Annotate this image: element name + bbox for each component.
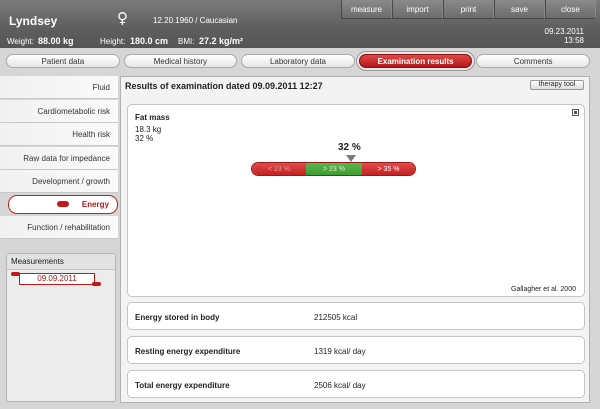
tab-bar: Patient data Medical history Laboratory … xyxy=(6,54,590,68)
range-normal-segment: > 23 % xyxy=(306,163,362,175)
sidebar-item-energy[interactable]: Energy xyxy=(8,195,118,214)
range-low-segment: < 23 % xyxy=(252,163,306,175)
sidebar: Fluid Cardiometabolic risk Health risk R… xyxy=(0,76,118,240)
results-panel: Results of examination dated 09.09.2011 … xyxy=(120,76,590,403)
result-row-energy-stored: Energy stored in body 212505 kcal xyxy=(127,302,585,330)
expand-icon[interactable] xyxy=(572,109,579,116)
measure-button[interactable]: measure xyxy=(341,0,392,19)
sidebar-item-cardiometabolic-risk[interactable]: Cardiometabolic risk xyxy=(0,99,118,123)
patient-header: Lyndsey ♀ 12.20.1960 / Caucasian Weight:… xyxy=(0,0,600,48)
value-marker-icon xyxy=(346,155,356,162)
tab-examination-results[interactable]: Examination results xyxy=(358,54,473,68)
sidebar-item-development-growth[interactable]: Development / growth xyxy=(0,170,118,193)
active-indicator-icon xyxy=(57,201,69,207)
current-time: 13:58 xyxy=(563,36,584,45)
print-button[interactable]: print xyxy=(443,0,494,19)
sidebar-item-raw-data-impedance[interactable]: Raw data for impedance xyxy=(0,146,118,170)
result-value: 212505 kcal xyxy=(314,313,358,322)
sidebar-item-health-risk[interactable]: Health risk xyxy=(0,123,118,146)
result-value: 2506 kcal/ day xyxy=(314,381,366,390)
fat-mass-card: Fat mass 18.3 kg 32 % 32 % < 23 % > 23 %… xyxy=(127,104,585,297)
current-date: 09.23.2011 xyxy=(544,27,584,36)
sidebar-item-energy-label: Energy xyxy=(81,200,109,209)
tab-patient-data[interactable]: Patient data xyxy=(6,54,120,68)
tab-medical-history[interactable]: Medical history xyxy=(123,54,238,68)
result-row-resting-energy: Resting energy expenditure 1319 kcal/ da… xyxy=(127,336,585,364)
save-button[interactable]: save xyxy=(494,0,545,19)
bmi-label: BMI: xyxy=(178,37,195,46)
entry-marker-right-icon xyxy=(92,282,101,286)
therapy-tool-button[interactable]: therapy tool xyxy=(530,80,584,90)
height-value: 180.0 cm xyxy=(130,36,169,46)
current-datetime: 09.23.2011 13:58 xyxy=(545,27,584,45)
measurements-panel: Measurements 09.09.2011 xyxy=(6,253,116,402)
parameter-name: Fat mass xyxy=(135,113,170,122)
patient-name: Lyndsey xyxy=(9,14,58,28)
weight-value: 88.00 kg xyxy=(38,36,74,46)
result-label: Resting energy expenditure xyxy=(135,347,241,356)
measurement-entry[interactable]: 09.09.2011 xyxy=(19,273,95,285)
parameter-kg: 18.3 kg xyxy=(135,125,162,134)
tab-laboratory-data[interactable]: Laboratory data xyxy=(241,54,355,68)
top-menu: measure import print save close xyxy=(341,0,596,19)
close-button[interactable]: close xyxy=(545,0,596,19)
result-label: Total energy expenditure xyxy=(135,381,230,390)
sidebar-item-function-rehabilitation[interactable]: Function / rehabilitation xyxy=(0,216,118,239)
page-title: Results of examination dated 09.09.2011 … xyxy=(125,81,323,91)
female-icon: ♀ xyxy=(117,9,128,27)
birth-info: 12.20.1960 / Caucasian xyxy=(153,16,238,25)
range-high-segment: > 35 % xyxy=(362,163,415,175)
tab-comments[interactable]: Comments xyxy=(476,54,590,68)
result-label: Energy stored in body xyxy=(135,313,220,322)
sidebar-item-fluid[interactable]: Fluid xyxy=(0,76,118,99)
reference-source: Gallagher et al. 2000 xyxy=(511,286,576,293)
current-value-label: 32 % xyxy=(338,142,361,153)
range-bar: < 23 % > 23 % > 35 % xyxy=(251,162,416,176)
bmi-value: 27.2 kg/m² xyxy=(199,36,244,46)
parameter-percent: 32 % xyxy=(135,134,154,143)
height-label: Height: xyxy=(100,37,126,46)
result-value: 1319 kcal/ day xyxy=(314,347,366,356)
import-button[interactable]: import xyxy=(392,0,443,19)
result-row-total-energy: Total energy expenditure 2506 kcal/ day xyxy=(127,370,585,398)
measurements-title: Measurements xyxy=(7,254,115,270)
weight-label: Weight: xyxy=(7,37,34,46)
